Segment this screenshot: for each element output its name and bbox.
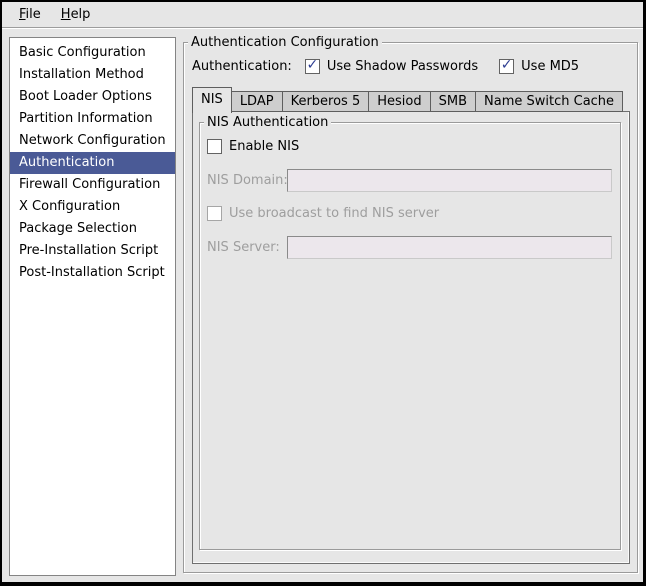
sidebar-item-firewall-configuration[interactable]: Firewall Configuration: [10, 174, 175, 196]
nis-domain-row: NIS Domain:: [207, 168, 612, 192]
sidebar-item-installation-method[interactable]: Installation Method: [10, 64, 175, 86]
section-list: Basic Configuration Installation Method …: [9, 37, 176, 576]
checkbox-box: [207, 206, 222, 221]
frame-title: Authentication Configuration: [188, 34, 382, 51]
menu-file[interactable]: File: [9, 4, 51, 26]
tab-nis[interactable]: NIS: [192, 87, 232, 113]
menubar: File Help: [2, 2, 643, 28]
use-md5-label: Use MD5: [521, 59, 579, 74]
menu-help[interactable]: Help: [51, 4, 101, 26]
sidebar-item-x-configuration[interactable]: X Configuration: [10, 196, 175, 218]
checkmark-icon: ✓: [501, 58, 513, 72]
authentication-options-row: Authentication: ✓ Use Shadow Passwords ✓…: [192, 57, 579, 75]
nis-authentication-frame: NIS Authentication Enable NIS NIS Domain…: [199, 122, 621, 550]
checkbox-box[interactable]: ✓: [499, 59, 514, 74]
sidebar-item-package-selection[interactable]: Package Selection: [10, 218, 175, 240]
checkbox-box[interactable]: [207, 139, 222, 154]
tab-kerberos5[interactable]: Kerberos 5: [282, 91, 370, 112]
tab-ldap[interactable]: LDAP: [231, 91, 283, 112]
sidebar-item-authentication[interactable]: Authentication: [10, 152, 175, 174]
use-shadow-passwords-label: Use Shadow Passwords: [327, 59, 478, 74]
kickstart-configurator-window: File Help Basic Configuration Installati…: [2, 2, 643, 582]
sidebar-item-pre-installation-script[interactable]: Pre-Installation Script: [10, 240, 175, 262]
checkmark-icon: ✓: [306, 58, 318, 72]
nis-form: Enable NIS NIS Domain: Use broadcast to …: [200, 123, 620, 259]
nis-domain-input: [287, 169, 612, 192]
use-shadow-passwords-checkbox[interactable]: ✓ Use Shadow Passwords: [305, 59, 478, 74]
checkbox-box[interactable]: ✓: [305, 59, 320, 74]
nis-server-label: NIS Server:: [207, 240, 287, 255]
nis-server-input: [287, 236, 612, 259]
authentication-configuration-frame: Authentication Configuration Authenticat…: [183, 42, 638, 573]
nis-server-row: NIS Server:: [207, 235, 612, 259]
sidebar-item-post-installation-script[interactable]: Post-Installation Script: [10, 262, 175, 284]
sidebar-item-basic-configuration[interactable]: Basic Configuration: [10, 42, 175, 64]
tab-hesiod[interactable]: Hesiod: [368, 91, 430, 112]
enable-nis-label: Enable NIS: [229, 139, 299, 154]
use-broadcast-label: Use broadcast to find NIS server: [229, 206, 439, 221]
tab-name-switch-cache[interactable]: Name Switch Cache: [475, 91, 623, 112]
authentication-label: Authentication:: [192, 59, 292, 74]
sidebar-item-boot-loader-options[interactable]: Boot Loader Options: [10, 86, 175, 108]
auth-tabs: NIS LDAP Kerberos 5 Hesiod SMB Name Swit…: [192, 86, 622, 112]
nis-domain-label: NIS Domain:: [207, 173, 287, 188]
tab-smb[interactable]: SMB: [430, 91, 476, 112]
nis-frame-title: NIS Authentication: [204, 114, 331, 131]
sidebar-item-partition-information[interactable]: Partition Information: [10, 108, 175, 130]
nis-tab-panel: NIS Authentication Enable NIS NIS Domain…: [192, 111, 630, 564]
use-broadcast-checkbox: Use broadcast to find NIS server: [207, 205, 612, 221]
sidebar-item-network-configuration[interactable]: Network Configuration: [10, 130, 175, 152]
use-md5-checkbox[interactable]: ✓ Use MD5: [499, 59, 579, 74]
enable-nis-checkbox[interactable]: Enable NIS: [207, 138, 612, 154]
